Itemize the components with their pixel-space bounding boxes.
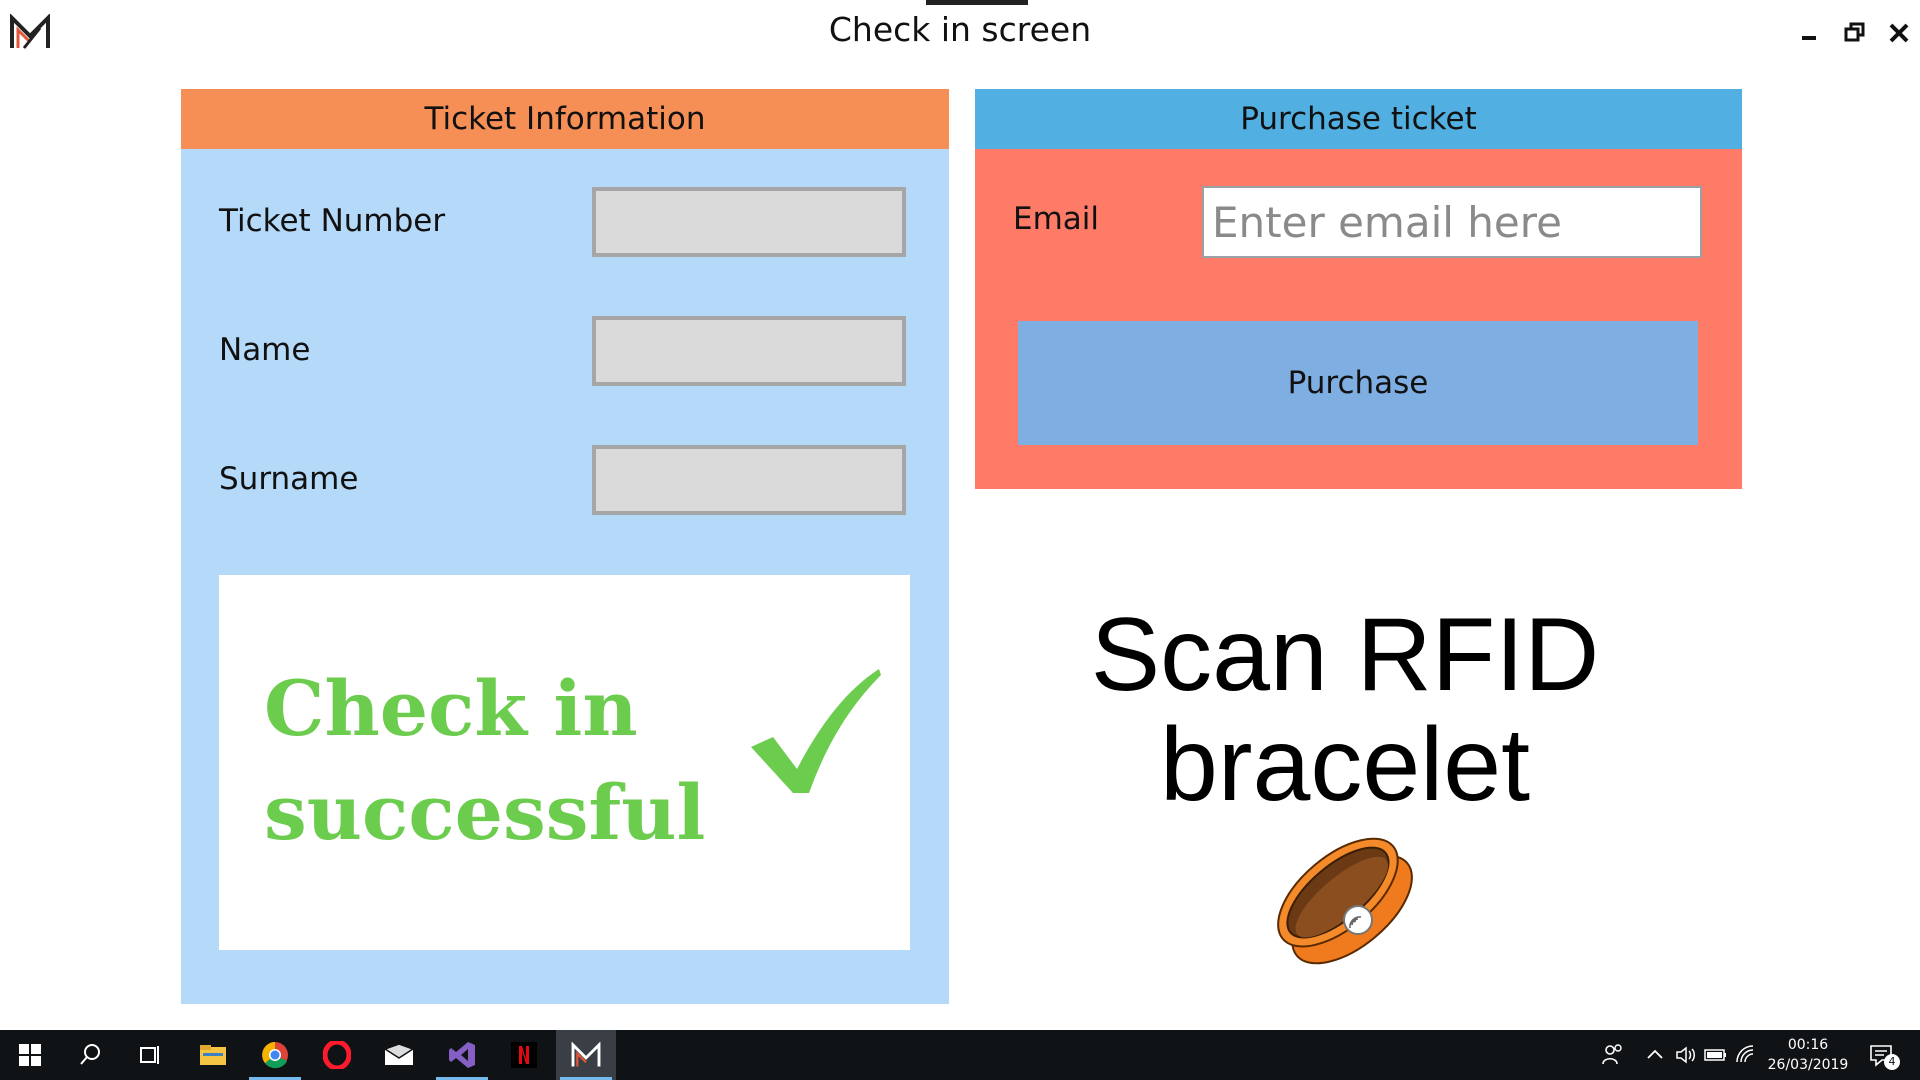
minimize-button[interactable] bbox=[1794, 18, 1824, 48]
surname-label: Surname bbox=[219, 461, 359, 497]
title-accent-bar bbox=[926, 0, 1028, 5]
taskbar: 00:16 26/03/2019 4 bbox=[0, 1030, 1920, 1080]
people-icon[interactable] bbox=[1600, 1042, 1626, 1068]
status-line-1: Check in bbox=[264, 664, 638, 753]
scan-rfid-prompt: Scan RFID bracelet bbox=[1040, 600, 1650, 820]
close-button[interactable] bbox=[1884, 18, 1914, 48]
windows-start-icon bbox=[19, 1044, 41, 1066]
notification-center-button[interactable]: 4 bbox=[1868, 1042, 1902, 1070]
file-explorer-icon bbox=[200, 1045, 226, 1065]
windows-start-button[interactable] bbox=[0, 1030, 60, 1080]
clock-time: 00:16 bbox=[1787, 1037, 1829, 1053]
battery-icon[interactable] bbox=[1703, 1042, 1729, 1068]
email-input[interactable] bbox=[1202, 186, 1702, 258]
visual-studio-icon bbox=[449, 1042, 475, 1068]
check-in-status-text: Check in successful bbox=[264, 657, 764, 865]
restore-button[interactable] bbox=[1840, 18, 1870, 48]
search-icon bbox=[80, 1044, 100, 1065]
ticket-number-field[interactable] bbox=[592, 187, 906, 257]
check-in-status-box: Check in successful bbox=[219, 575, 910, 950]
netflix-icon bbox=[511, 1042, 537, 1068]
task-view-button[interactable] bbox=[120, 1030, 180, 1080]
volume-icon[interactable] bbox=[1673, 1042, 1699, 1068]
purchase-button[interactable]: Purchase bbox=[1018, 321, 1698, 445]
app-window: Check in screen Ticket Information Ticke… bbox=[0, 0, 1920, 1030]
checkmark-icon bbox=[751, 669, 881, 793]
check-in-app-icon bbox=[571, 1042, 601, 1067]
opera-icon bbox=[323, 1041, 351, 1069]
system-clock[interactable]: 00:16 26/03/2019 bbox=[1748, 1035, 1868, 1075]
visual-studio-button[interactable] bbox=[432, 1030, 492, 1080]
ticket-panel-header: Ticket Information bbox=[181, 89, 949, 149]
purchase-ticket-panel: Purchase ticket Email Purchase bbox=[975, 89, 1742, 489]
window-title: Check in screen bbox=[828, 10, 1092, 49]
ticket-number-label: Ticket Number bbox=[219, 203, 446, 239]
name-field[interactable] bbox=[592, 316, 906, 386]
search-button[interactable] bbox=[60, 1030, 120, 1080]
chrome-icon bbox=[262, 1042, 288, 1069]
scan-line-2: bracelet bbox=[1160, 707, 1530, 823]
clock-date: 26/03/2019 bbox=[1767, 1057, 1849, 1073]
mail-icon bbox=[384, 1043, 414, 1065]
status-line-2: successful bbox=[264, 768, 706, 857]
ticket-information-panel: Ticket Information Ticket Number Name Su… bbox=[181, 89, 949, 1004]
purchase-panel-header: Purchase ticket bbox=[975, 89, 1742, 149]
title-bar: Check in screen bbox=[0, 0, 1920, 62]
mail-button[interactable] bbox=[369, 1030, 429, 1080]
rfid-bracelet-icon bbox=[1277, 837, 1413, 965]
chevron-up-icon[interactable] bbox=[1642, 1042, 1668, 1068]
file-explorer-button[interactable] bbox=[183, 1030, 243, 1080]
opera-button[interactable] bbox=[307, 1030, 367, 1080]
notification-count-badge: 4 bbox=[1884, 1054, 1900, 1070]
surname-field[interactable] bbox=[592, 445, 906, 515]
netflix-button[interactable] bbox=[494, 1030, 554, 1080]
scan-line-1: Scan RFID bbox=[1090, 597, 1600, 713]
restore-icon bbox=[1844, 22, 1865, 42]
minimize-icon bbox=[1802, 36, 1816, 40]
chrome-button[interactable] bbox=[245, 1030, 305, 1080]
email-label: Email bbox=[1013, 201, 1100, 237]
name-label: Name bbox=[219, 332, 311, 368]
check-in-app-button[interactable] bbox=[556, 1030, 616, 1080]
close-icon bbox=[1889, 23, 1909, 43]
task-view-icon bbox=[140, 1046, 159, 1064]
